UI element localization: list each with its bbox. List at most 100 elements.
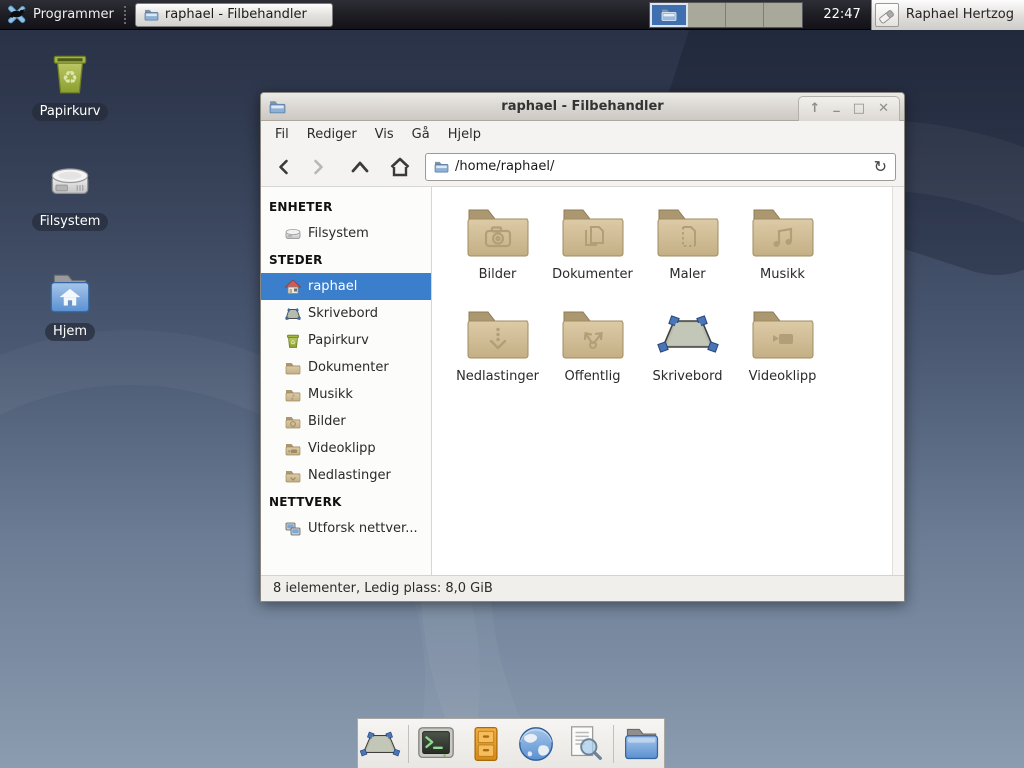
- sidebar-item-musikk[interactable]: ♪ Musikk: [261, 381, 431, 408]
- file-item-skrivebord[interactable]: Skrivebord: [640, 301, 735, 403]
- sidebar-item-dokumenter[interactable]: Dokumenter: [261, 354, 431, 381]
- sidebar-item-videoklipp[interactable]: Videoklipp: [261, 435, 431, 462]
- menu-ga[interactable]: Gå: [404, 124, 438, 145]
- desktop-icon-filesystem[interactable]: Filsystem: [20, 158, 120, 231]
- dock-separator: [408, 725, 409, 763]
- svg-text:♻: ♻: [290, 339, 295, 346]
- show-desktop-button[interactable]: [358, 722, 402, 766]
- search-launcher[interactable]: [563, 722, 607, 766]
- path-folder-icon: [434, 160, 449, 173]
- titlebar[interactable]: raphael - Filbehandler ↑ _ □ ✕: [261, 93, 904, 121]
- folder-icon: [285, 441, 301, 457]
- file-label: Maler: [669, 267, 705, 282]
- workspace-3[interactable]: [726, 3, 764, 27]
- sidebar-header-places: STEDER: [261, 247, 431, 273]
- dock-separator: [613, 725, 614, 763]
- applications-menu-button[interactable]: Programmer: [0, 0, 124, 29]
- sidebar-item-label: Videoklipp: [308, 441, 376, 456]
- menu-fil[interactable]: Fil: [267, 124, 297, 145]
- sidebar-item-skrivebord[interactable]: Skrivebord: [261, 300, 431, 327]
- workspace-4[interactable]: [764, 3, 802, 27]
- menu-hjelp[interactable]: Hjelp: [440, 124, 489, 145]
- file-item-musikk[interactable]: Musikk: [735, 199, 830, 301]
- svg-text:♻: ♻: [62, 68, 78, 88]
- applications-menu-label: Programmer: [33, 7, 114, 22]
- workspace-1[interactable]: [650, 3, 688, 27]
- sidebar-item-label: Filsystem: [308, 226, 369, 241]
- window-controls: ↑ _ □ ✕: [798, 96, 900, 121]
- maximize-button[interactable]: □: [853, 102, 865, 115]
- folder-icon video-emblem: [751, 307, 815, 361]
- workspace-window-icon: [661, 7, 677, 22]
- terminal-launcher[interactable]: [415, 722, 459, 766]
- toolbar: /home/raphael/ ↻: [261, 147, 904, 187]
- file-label: Offentlig: [565, 369, 621, 384]
- search-icon: [564, 723, 606, 765]
- menu-rediger[interactable]: Rediger: [299, 124, 365, 145]
- file-item-bilder[interactable]: Bilder: [450, 199, 545, 301]
- workspace-2[interactable]: [688, 3, 726, 27]
- window-folder-icon: [269, 99, 286, 114]
- sidebar-item-label: Skrivebord: [308, 306, 378, 321]
- back-button[interactable]: [269, 153, 299, 181]
- sidebar-item-label: Dokumenter: [308, 360, 389, 375]
- sidebar-item-label: Utforsk nettver...: [308, 521, 418, 536]
- sidebar-header-network: NETTVERK: [261, 489, 431, 515]
- file-cabinet-launcher[interactable]: [464, 722, 508, 766]
- statusbar: 8 ielementer, Ledig plass: 8,0 GiB: [261, 575, 904, 601]
- sidebar-item-filsystem[interactable]: Filsystem: [261, 220, 431, 247]
- sidebar-item-nedlastinger[interactable]: Nedlastinger: [261, 462, 431, 489]
- up-button[interactable]: [345, 153, 375, 181]
- path-value[interactable]: /home/raphael/: [455, 159, 868, 174]
- file-item-nedlastinger[interactable]: Nedlastinger: [450, 301, 545, 403]
- clock[interactable]: 22:47: [823, 7, 860, 22]
- trash-icon: ♻: [45, 48, 95, 98]
- trash-icon: ♻: [285, 333, 301, 349]
- folder-icon: [285, 468, 301, 484]
- sidebar-item-label: Papirkurv: [308, 333, 369, 348]
- home-button[interactable]: [385, 153, 415, 181]
- sidebar-item-network[interactable]: Utforsk nettver...: [261, 515, 431, 542]
- file-item-videoklipp[interactable]: Videoklipp: [735, 301, 830, 403]
- sidebar-item-raphael[interactable]: raphael: [261, 273, 431, 300]
- file-label: Musikk: [760, 267, 805, 282]
- network-icon: [285, 521, 301, 537]
- harddrive-icon: [285, 226, 301, 242]
- file-item-dokumenter[interactable]: Dokumenter: [545, 199, 640, 301]
- web-browser-icon: [515, 723, 557, 765]
- svg-text:♪: ♪: [291, 393, 295, 401]
- applications-menu-icon: [6, 4, 27, 25]
- file-label: Videoklipp: [749, 369, 817, 384]
- desktop-icon-trash[interactable]: ♻ Papirkurv: [20, 48, 120, 121]
- close-button[interactable]: ✕: [878, 102, 889, 115]
- forward-button[interactable]: [303, 153, 333, 181]
- shade-button[interactable]: ↑: [809, 102, 820, 115]
- minimize-button[interactable]: _: [833, 99, 840, 112]
- menu-vis[interactable]: Vis: [367, 124, 402, 145]
- scrollbar[interactable]: [892, 187, 904, 575]
- panel-handle: [124, 6, 130, 24]
- web-browser-launcher[interactable]: [514, 722, 558, 766]
- desktop-icon-home[interactable]: Hjem: [20, 268, 120, 341]
- folder-icon document-emblem: [561, 205, 625, 259]
- file-manager-launcher[interactable]: [620, 722, 664, 766]
- dock: [357, 718, 665, 768]
- file-item-maler[interactable]: Maler: [640, 199, 735, 301]
- file-label: Bilder: [479, 267, 517, 282]
- forward-icon: [309, 158, 327, 176]
- sidebar-item-bilder[interactable]: Bilder: [261, 408, 431, 435]
- sidebar-item-label: raphael: [308, 279, 357, 294]
- show-desktop-icon: [359, 725, 401, 763]
- file-item-offentlig[interactable]: Offentlig: [545, 301, 640, 403]
- file-label: Nedlastinger: [456, 369, 539, 384]
- taskbar-window-button[interactable]: raphael - Filbehandler: [135, 3, 333, 27]
- statusbar-text: 8 ielementer, Ledig plass: 8,0 GiB: [273, 581, 493, 596]
- reload-icon[interactable]: ↻: [874, 157, 887, 176]
- user-actions-button[interactable]: Raphael Hertzog: [871, 0, 1024, 30]
- window-folder-icon: [144, 8, 159, 21]
- sidebar-item-papirkurv[interactable]: ♻ Papirkurv: [261, 327, 431, 354]
- file-label: Skrivebord: [652, 369, 722, 384]
- path-bar[interactable]: /home/raphael/ ↻: [425, 153, 896, 181]
- folder-icon download-emblem: [466, 307, 530, 361]
- file-view[interactable]: Bilder Dokumenter: [432, 187, 904, 575]
